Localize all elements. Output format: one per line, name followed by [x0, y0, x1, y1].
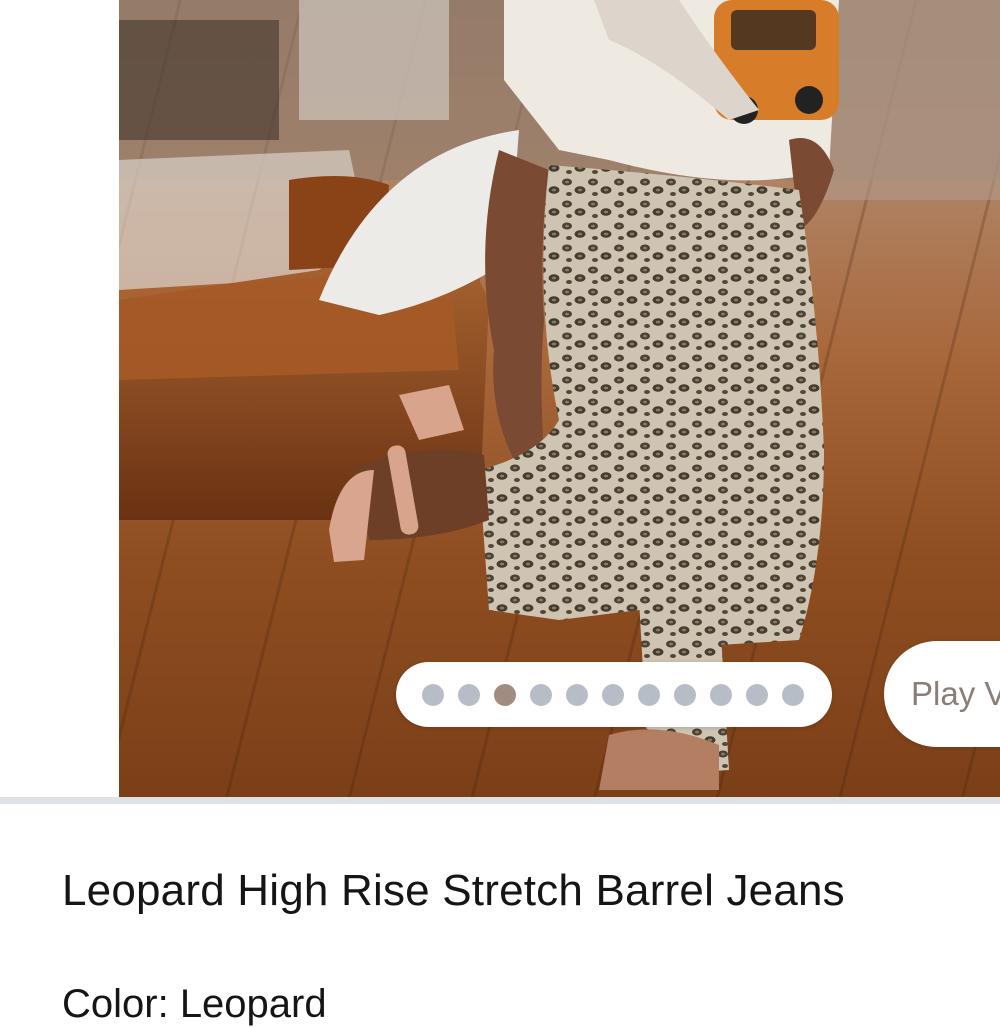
carousel-dot[interactable] — [782, 684, 804, 706]
carousel-dot[interactable] — [674, 684, 696, 706]
carousel-dot[interactable] — [638, 684, 660, 706]
product-color-label: Color: Leopard — [62, 982, 327, 1026]
carousel-indicator — [396, 662, 832, 727]
product-image-gallery[interactable]: Play V — [0, 0, 1000, 797]
section-divider — [0, 797, 1000, 804]
carousel-dot[interactable] — [566, 684, 588, 706]
play-video-button[interactable]: Play V — [884, 641, 1000, 747]
carousel-dot[interactable] — [602, 684, 624, 706]
carousel-dot[interactable] — [710, 684, 732, 706]
carousel-dot-active[interactable] — [494, 684, 516, 706]
carousel-dot[interactable] — [530, 684, 552, 706]
product-title: Leopard High Rise Stretch Barrel Jeans — [62, 866, 845, 915]
carousel-dot[interactable] — [746, 684, 768, 706]
carousel-dot[interactable] — [458, 684, 480, 706]
play-video-label: Play V — [911, 675, 1000, 712]
carousel-dot[interactable] — [422, 684, 444, 706]
